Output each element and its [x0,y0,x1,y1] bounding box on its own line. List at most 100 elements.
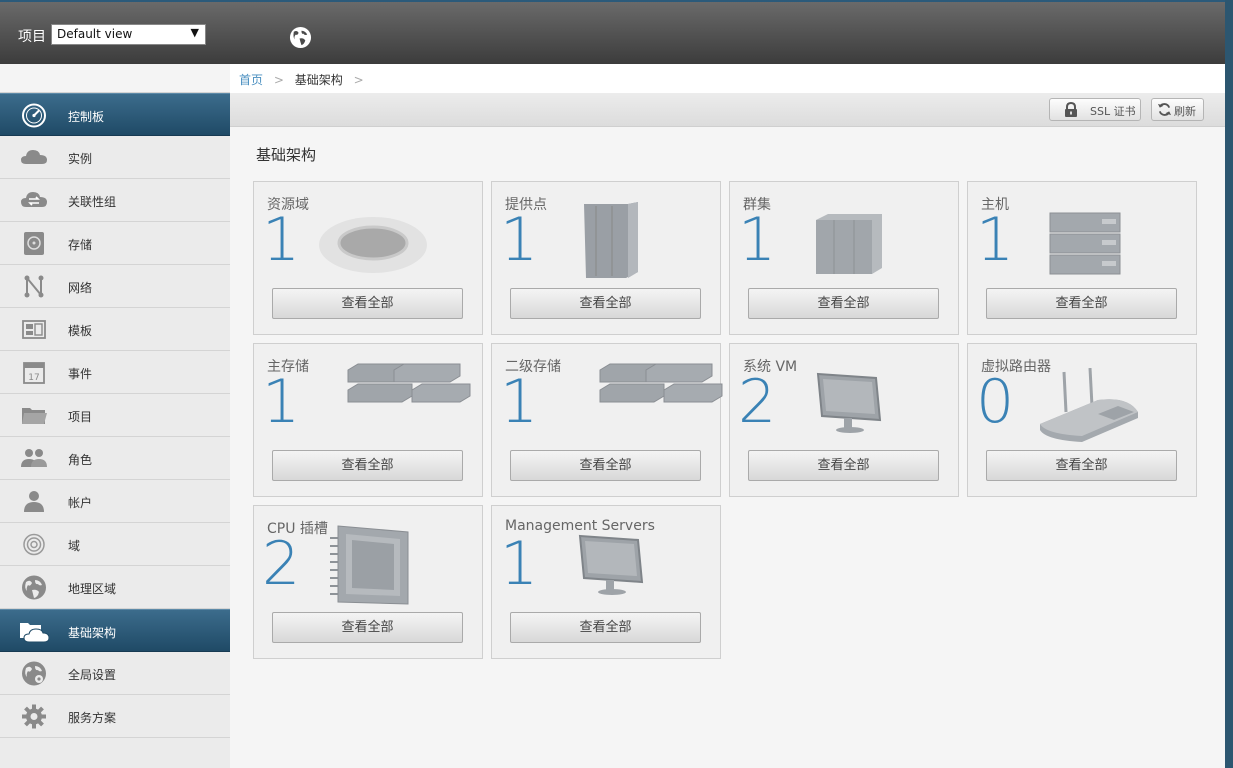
sidebar-item-network[interactable]: 网络 [0,265,230,308]
sidebar-item-label: 域 [68,539,81,553]
project-label: 项目 [18,29,46,45]
card-virtual-routers: 虚拟路由器 0 查看全部 [967,343,1197,497]
sidebar-item-projects[interactable]: 项目 [0,394,230,437]
sidebar-item-label: 全局设置 [68,668,117,682]
card-pods: 提供点 1 查看全部 [491,181,721,335]
sidebar-top [0,64,230,93]
cpu-socket-icon [330,525,409,605]
sidebar-item-label: 角色 [68,453,93,467]
globe-icon[interactable] [289,26,312,49]
template-icon [22,320,46,339]
sidebar-item-roles[interactable]: 角色 [0,437,230,480]
calendar-icon: 17 [23,362,45,384]
sidebar-item-label: 事件 [68,367,93,381]
sidebar-item-label: 模板 [68,324,93,338]
card-secondary-storage: 二级存储 1 查看全部 [491,343,723,497]
card-zones: 资源域 1 查看全部 [253,181,483,335]
cloud-icon [21,150,47,164]
view-all-button[interactable]: 查看全部 [748,450,939,481]
sidebar-item-storage[interactable]: 存储 [0,222,230,265]
card-management-servers: Management Servers 1 查看全部 [491,505,721,659]
sidebar-item-label: 服务方案 [68,711,117,725]
view-all-button[interactable]: 查看全部 [510,288,701,319]
folder-icon [22,408,47,424]
network-icon [24,275,44,298]
affinity-cloud-icon [21,192,47,207]
sidebar-item-label: 基础架构 [68,626,117,640]
card-count: 1 [262,205,301,275]
toolbar: SSL 证书 刷新 [230,93,1225,127]
card-count: 1 [500,367,539,437]
globe-icon [22,575,46,600]
sidebar-item-global-settings[interactable]: 全局设置 [0,652,230,695]
card-count: 1 [976,205,1015,275]
sidebar-item-dashboard[interactable]: 控制板 [0,93,230,136]
view-all-button[interactable]: 查看全部 [510,612,701,643]
card-count: 2 [738,367,777,437]
domain-icon [23,533,45,556]
users-icon [21,449,47,467]
sidebar-item-domains[interactable]: 域 [0,523,230,566]
ssl-certificate-button[interactable]: SSL 证书 [1049,98,1141,121]
card-primary-storage: 主存储 1 查看全部 [253,343,483,497]
project-view-select[interactable]: Default view ▼ [51,24,206,45]
sidebar-item-label: 地理区域 [68,582,117,596]
breadcrumb-home-link[interactable]: 首页 [239,73,263,87]
chevron-down-icon: ▼ [190,26,199,39]
breadcrumb-current[interactable]: 基础架构 [295,73,343,87]
sidebar: 控制板 实例 关联性组 存储 网络 模板 17 事件 项目 角色 帐户 域 地理… [0,64,230,768]
card-system-vm: 系统 VM 2 查看全部 [729,343,959,497]
card-count: 1 [262,367,301,437]
sidebar-item-label: 实例 [68,152,93,166]
sidebar-item-label: 存储 [68,238,93,252]
lock-icon [1065,102,1077,117]
sidebar-item-events[interactable]: 17 事件 [0,351,230,394]
cluster-icon [816,214,882,274]
main-content: 首页 > 基础架构 > SSL 证书 刷新 基础架构 资源域 1 查看全部 提供… [230,64,1225,768]
svg-text:17: 17 [28,373,39,383]
sidebar-item-infrastructure[interactable]: 基础架构 [0,609,230,652]
sidebar-item-regions[interactable]: 地理区域 [0,566,230,609]
top-header: 项目 Default view ▼ [0,0,1225,64]
system-vm-icon [816,372,882,433]
refresh-icon [1157,103,1172,116]
view-all-button[interactable]: 查看全部 [986,450,1177,481]
page-title: 基础架构 [256,146,317,164]
sidebar-item-label: 帐户 [68,496,93,510]
sidebar-item-service-offerings[interactable]: 服务方案 [0,695,230,738]
sidebar-item-label: 关联性组 [68,195,117,209]
view-all-button[interactable]: 查看全部 [748,288,939,319]
gear-icon [22,704,46,729]
ssl-certificate-label: SSL 证书 [1090,105,1136,118]
sidebar-item-label: 控制板 [68,110,105,124]
refresh-button[interactable]: 刷新 [1151,98,1204,121]
card-count: 1 [500,529,539,599]
dashboard-icon [22,103,46,128]
sidebar-item-accounts[interactable]: 帐户 [0,480,230,523]
view-all-button[interactable]: 查看全部 [986,288,1177,319]
card-hosts: 主机 1 查看全部 [967,181,1197,335]
zone-icon [319,217,427,273]
sidebar-item-templates[interactable]: 模板 [0,308,230,351]
view-all-button[interactable]: 查看全部 [510,450,701,481]
card-clusters: 群集 1 查看全部 [729,181,959,335]
breadcrumb-separator: > [353,73,364,87]
global-settings-icon [22,661,46,686]
refresh-label: 刷新 [1174,105,1196,118]
router-icon [1040,368,1138,442]
sidebar-item-label: 网络 [68,281,93,295]
sidebar-item-instances[interactable]: 实例 [0,136,230,179]
view-all-button[interactable]: 查看全部 [272,450,463,481]
infrastructure-icon [20,623,49,643]
card-cpu-sockets: CPU 插槽 2 查看全部 [253,505,483,659]
breadcrumb: 首页 > 基础架构 > [230,64,1225,93]
sidebar-item-affinity-groups[interactable]: 关联性组 [0,179,230,222]
breadcrumb-separator: > [273,73,284,87]
view-all-button[interactable]: 查看全部 [272,612,463,643]
view-all-button[interactable]: 查看全部 [272,288,463,319]
card-count: 0 [976,367,1015,437]
host-icon [1049,212,1121,275]
secondary-storage-icon [599,363,723,403]
sidebar-item-label: 项目 [68,410,93,424]
card-count: 2 [262,529,301,599]
